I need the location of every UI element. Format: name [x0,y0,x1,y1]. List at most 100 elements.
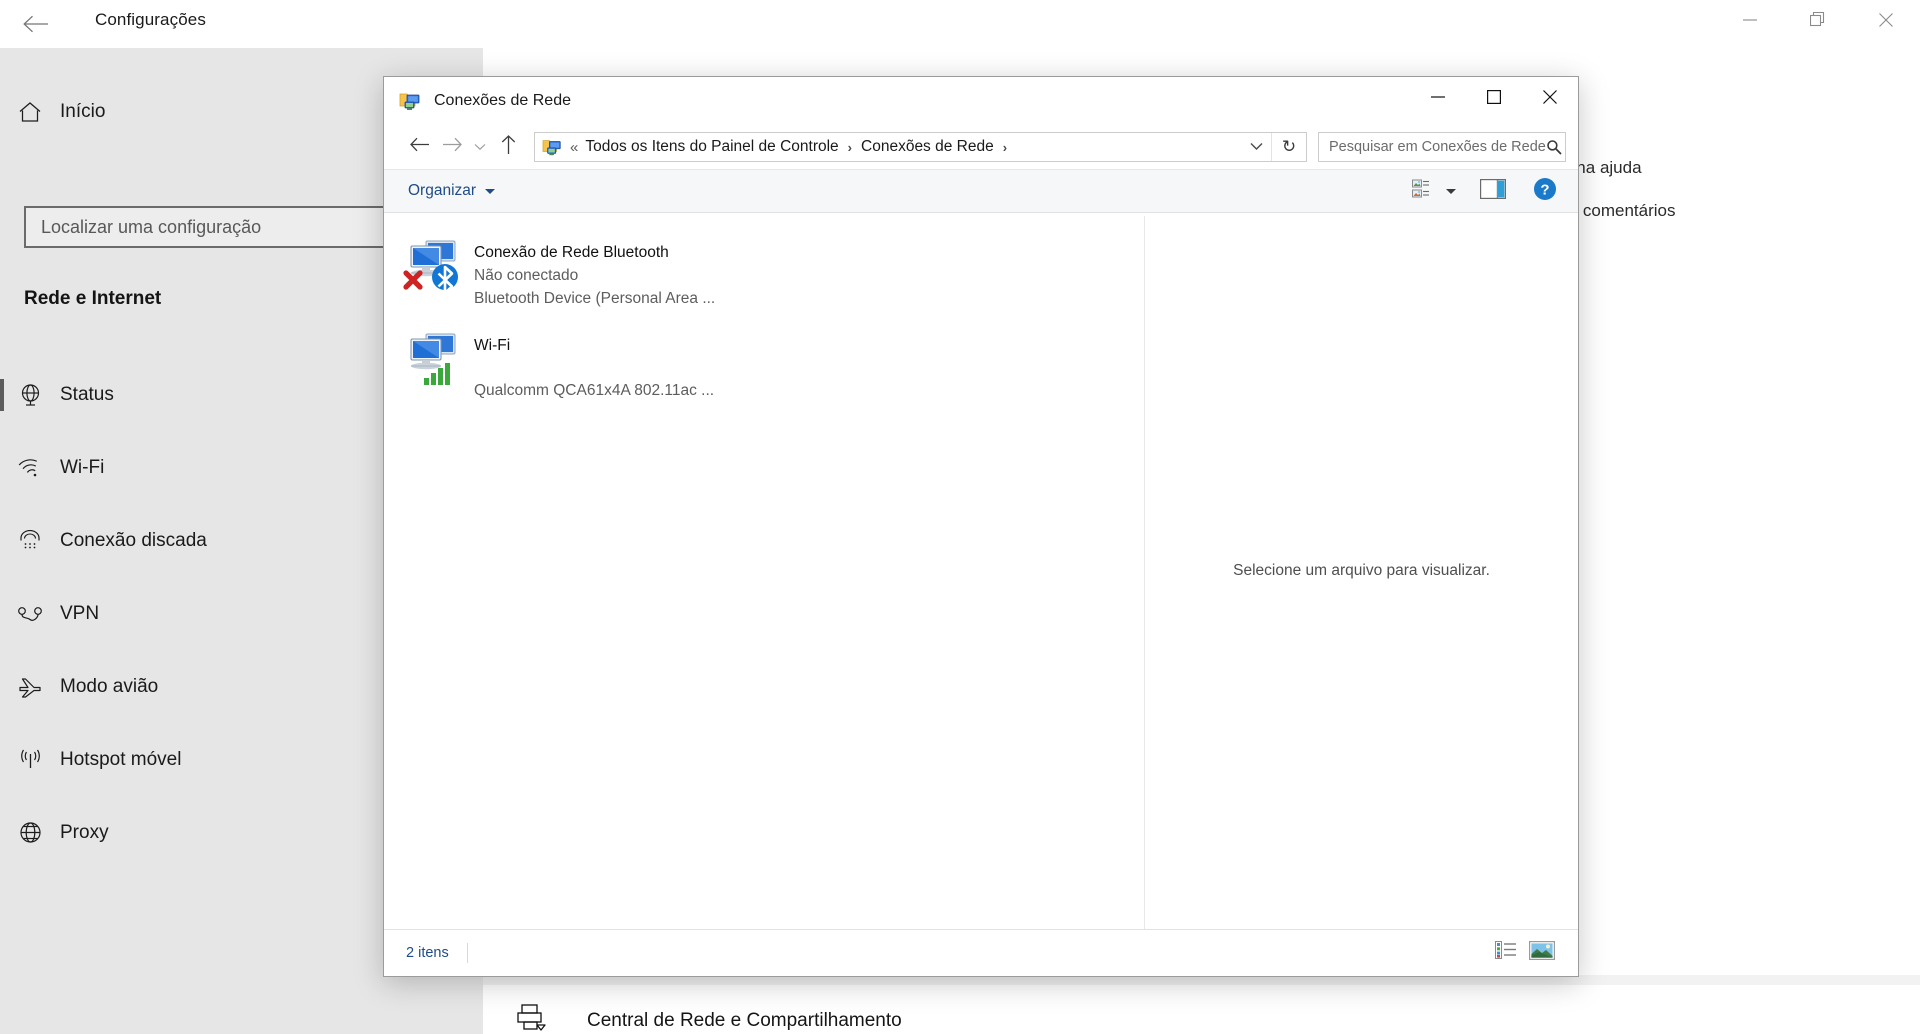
address-dropdown-button[interactable] [1241,133,1271,161]
minimize-icon [1743,15,1757,25]
settings-search-input[interactable]: Localizar uma configuração [24,206,444,248]
settings-titlebar: Configurações [0,0,1920,48]
address-folder-icon [542,137,564,157]
preview-pane-icon [1480,178,1506,204]
network-connections-window: Conexões de Rede « Todos os Itens do Pai… [383,76,1579,977]
airplane-icon [0,675,60,698]
explorer-close-button[interactable] [1522,77,1578,117]
page-title: Configurações [95,10,206,29]
explorer-search-input[interactable]: Pesquisar em Conexões de Rede [1318,132,1566,162]
nav-back-button[interactable] [404,131,436,163]
explorer-titlebar: Conexões de Rede [384,77,1578,125]
item-count-label: 2 itens [406,944,449,961]
list-item-name: Conexão de Rede Bluetooth [474,244,669,261]
refresh-icon: ↻ [1281,137,1297,156]
file-list[interactable]: Conexão de Rede Bluetooth Não conectado … [384,213,1144,929]
sidebar-item-dialup-label: Conexão discada [60,529,207,551]
list-item-status: Não conectado [474,267,579,284]
list-item-details: Conexão de Rede Bluetooth Não conectado … [474,233,715,310]
sidebar-item-wifi-label: Wi-Fi [60,456,105,478]
explorer-maximize-button[interactable] [1466,77,1522,117]
refresh-button[interactable]: ↻ [1271,133,1306,161]
globe-icon [0,821,60,844]
chevron-right-icon[interactable]: › [1003,140,1007,155]
status-divider [466,942,468,963]
explorer-window-controls [1410,77,1578,117]
organize-label: Organizar [408,182,477,199]
help-icon: ? [1533,177,1557,206]
list-item-name: Wi-Fi [474,337,511,354]
settings-minimize-button[interactable] [1716,0,1784,40]
back-button[interactable] [12,4,60,44]
selection-indicator [0,378,4,411]
restore-icon [1810,12,1826,28]
network-sharing-center-label: Central de Rede e Compartilhamento [587,1009,902,1031]
list-item[interactable]: Wi-Fi Qualcomm QCA61x4A 802.11ac ... [398,324,1144,404]
sidebar-item-airplane-mode-label: Modo avião [60,675,159,697]
large-icons-view-button[interactable] [1524,938,1560,968]
address-bar[interactable]: « Todos os Itens do Painel de Controle ›… [534,132,1307,162]
sidebar-item-proxy-label: Proxy [60,821,109,843]
arrow-left-icon [23,15,49,33]
chevron-down-icon [474,138,486,156]
preview-pane-button[interactable] [1476,176,1510,206]
home-icon [0,101,60,123]
nav-forward-button[interactable] [436,131,468,163]
change-view-icon [1412,179,1434,204]
explorer-navigation-bar: « Todos os Itens do Painel de Controle ›… [384,125,1578,169]
change-view-button[interactable] [1406,176,1440,206]
arrow-up-icon [501,134,516,160]
close-icon [1879,13,1893,27]
large-icons-view-icon [1529,940,1555,965]
search-icon [1546,139,1562,155]
settings-search-placeholder: Localizar uma configuração [41,216,262,237]
settings-window-controls [1716,0,1920,40]
network-sharing-icon [515,1003,549,1034]
explorer-window-title: Conexões de Rede [434,92,571,109]
wifi-icon [0,458,60,478]
network-adapter-icon [402,326,466,390]
bluetooth-disconnected-icon [432,264,458,295]
settings-restore-button[interactable] [1784,0,1852,40]
minimize-icon [1431,92,1445,102]
nav-recent-locations-button[interactable] [468,131,492,163]
list-item-device: Qualcomm QCA61x4A 802.11ac ... [474,382,715,399]
get-help-link[interactable]: Obtenha ajuda [1530,158,1920,178]
change-view-dropdown-button[interactable] [1440,176,1462,206]
settings-close-button[interactable] [1852,0,1920,40]
explorer-minimize-button[interactable] [1410,77,1466,117]
vpn-key-icon [0,605,60,623]
sidebar-item-status-label: Status [60,383,114,405]
arrow-left-icon [410,137,430,157]
network-connections-folder-icon [399,90,423,112]
list-item[interactable]: Conexão de Rede Bluetooth Não conectado … [398,231,1144,312]
globe-network-icon [0,383,60,406]
breadcrumb-item-control-panel[interactable]: Todos os Itens do Painel de Controle [585,138,838,156]
svg-text:?: ? [1540,181,1549,198]
chevron-down-icon [485,188,496,194]
close-icon [1543,90,1557,104]
preview-pane: Selecione um arquivo para visualizar. [1145,213,1578,929]
chevron-right-icon[interactable]: › [848,140,852,155]
sidebar-item-vpn-label: VPN [60,602,100,624]
sidebar-item-home-label: Início [60,101,106,122]
details-view-button[interactable] [1488,938,1524,968]
breadcrumb-item-network-connections[interactable]: Conexões de Rede [861,138,994,156]
chevron-down-icon [1446,188,1456,194]
network-sharing-center-link[interactable]: Central de Rede e Compartilhamento [515,1003,902,1034]
send-feedback-link[interactable]: Enviar comentários [1530,201,1920,221]
breadcrumb-overflow[interactable]: « [570,139,578,156]
explorer-search-placeholder: Pesquisar em Conexões de Rede [1329,139,1546,155]
help-button[interactable]: ? [1528,176,1562,206]
dialup-phone-icon [0,529,60,552]
nav-up-button[interactable] [492,131,524,163]
chevron-down-icon [1250,138,1263,156]
sidebar-section-title: Rede e Internet [24,288,162,309]
list-item-details: Wi-Fi Qualcomm QCA61x4A 802.11ac ... [474,326,714,402]
explorer-body: Conexão de Rede Bluetooth Não conectado … [384,213,1578,929]
explorer-toolbar: Organizar ? [384,169,1578,213]
preview-placeholder-text: Selecione um arquivo para visualizar. [1233,562,1490,579]
organize-button[interactable]: Organizar [408,182,496,200]
details-view-icon [1495,941,1517,964]
list-item-device: Bluetooth Device (Personal Area ... [474,290,716,307]
